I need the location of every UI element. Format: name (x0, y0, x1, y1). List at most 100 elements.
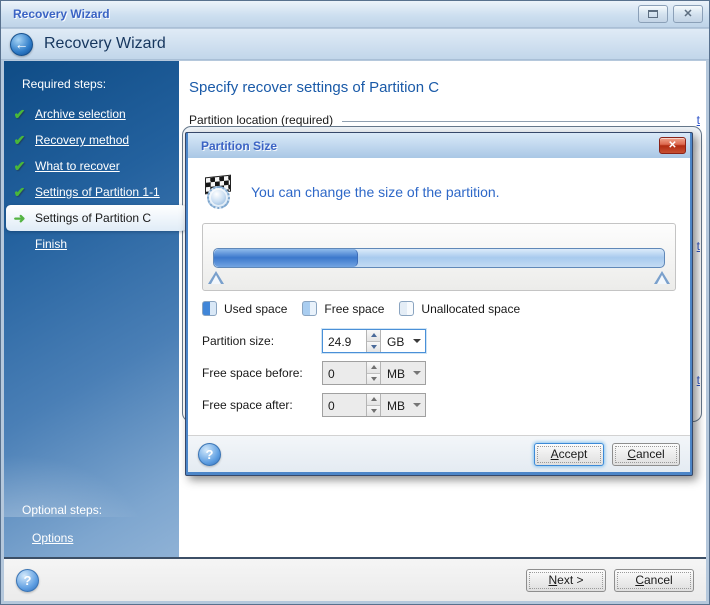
spin-up-icon (371, 333, 377, 337)
spin-down-icon (371, 409, 377, 413)
sidebar-item-label[interactable]: Finish (35, 237, 67, 251)
free-space-after-label: Free space after: (202, 398, 322, 412)
required-steps-label: Required steps: (4, 75, 179, 101)
window-titlebar: Recovery Wizard ✕ (1, 1, 709, 28)
legend-label: Used space (224, 302, 287, 316)
used-space-swatch (202, 301, 217, 316)
resize-handle-right[interactable] (654, 271, 670, 284)
clipped-link-fragment[interactable]: t (697, 373, 700, 387)
spin-down-icon (371, 345, 377, 349)
partition-size-field[interactable]: 24.9 GB (322, 329, 426, 353)
legend-label: Free space (324, 302, 384, 316)
sidebar-item-options[interactable]: Options (4, 531, 179, 545)
check-icon: ✔ (12, 133, 27, 147)
spin-up-icon (371, 397, 377, 401)
free-space-before-unit: MB (381, 362, 409, 384)
partition-size-track[interactable] (213, 248, 665, 268)
check-icon: ✔ (12, 185, 27, 199)
dialog-titlebar: Partition Size ✕ (188, 133, 690, 158)
free-space-before-stepper (366, 362, 381, 384)
free-space-before-label: Free space before: (202, 366, 322, 380)
content-heading: Specify recover settings of Partition C (189, 79, 696, 96)
free-space-before-field[interactable]: 0 MB (322, 361, 426, 385)
spin-down-button[interactable] (367, 373, 380, 385)
sidebar-item-settings-partition-c[interactable]: ➜ Settings of Partition C (6, 205, 193, 231)
optional-steps-section: Optional steps: Options (4, 503, 179, 545)
sidebar-item-label[interactable]: Recovery method (35, 133, 129, 147)
sidebar-item-label[interactable]: Settings of Partition 1-1 (35, 185, 160, 199)
chevron-down-icon (413, 371, 421, 375)
clipped-link-fragment[interactable]: t (697, 239, 700, 253)
options-link-label[interactable]: Options (32, 531, 73, 545)
sidebar-item-settings-partition-1-1[interactable]: ✔ Settings of Partition 1-1 (4, 179, 179, 205)
sidebar-item-label[interactable]: What to recover (35, 159, 120, 173)
help-icon: ? (206, 447, 214, 462)
unallocated-space-swatch (399, 301, 414, 316)
clipped-link-fragment[interactable]: t (697, 113, 700, 127)
sidebar-item-what-to-recover[interactable]: ✔ What to recover (4, 153, 179, 179)
free-space-after-unit: MB (381, 394, 409, 416)
window-title: Recovery Wizard (13, 7, 633, 21)
size-form: Partition size: 24.9 GB Free space befor… (202, 329, 676, 417)
help-button[interactable]: ? (16, 569, 39, 592)
finish-flag-icon (202, 173, 238, 211)
back-button[interactable]: ← (10, 33, 33, 56)
spin-up-button[interactable] (367, 394, 380, 405)
spin-up-icon (371, 365, 377, 369)
wizard-header: ← Recovery Wizard (1, 29, 709, 60)
dialog-help-button[interactable]: ? (198, 443, 221, 466)
free-space-swatch (302, 301, 317, 316)
spin-down-button[interactable] (367, 405, 380, 417)
used-space-segment (214, 249, 358, 267)
unit-dropdown-button[interactable] (409, 330, 425, 352)
wizard-footer: ? Next > Cancel (4, 557, 706, 601)
legend-item-free: Free space (302, 301, 384, 316)
legend-item-used: Used space (202, 301, 287, 316)
check-icon: ✔ (12, 159, 27, 173)
dialog-footer: ? Accept Cancel (188, 435, 690, 472)
spin-up-button[interactable] (367, 362, 380, 373)
recovery-wizard-window: Recovery Wizard ✕ ← Recovery Wizard Requ… (0, 0, 710, 605)
steps-sidebar: Required steps: ✔ Archive selection ✔ Re… (4, 61, 179, 557)
free-space-after-stepper (366, 394, 381, 416)
dialog-close-button[interactable]: ✕ (659, 137, 686, 154)
unit-dropdown-button[interactable] (409, 362, 425, 384)
sidebar-item-archive-selection[interactable]: ✔ Archive selection (4, 101, 179, 127)
resize-handle-left[interactable] (208, 271, 224, 284)
dialog-cancel-button[interactable]: Cancel (612, 443, 680, 466)
partition-size-value[interactable]: 24.9 (323, 330, 366, 352)
window-close-button[interactable]: ✕ (673, 5, 703, 23)
restore-icon (648, 10, 658, 18)
spin-down-icon (371, 377, 377, 381)
legend-label: Unallocated space (421, 302, 520, 316)
spin-down-button[interactable] (367, 341, 380, 353)
restore-button[interactable] (638, 5, 668, 23)
free-space-before-value[interactable]: 0 (323, 362, 366, 384)
free-space-after-field[interactable]: 0 MB (322, 393, 426, 417)
free-space-after-value[interactable]: 0 (323, 394, 366, 416)
legend-item-unallocated: Unallocated space (399, 301, 520, 316)
cancel-button[interactable]: Cancel (614, 569, 694, 592)
section-divider (342, 121, 680, 122)
close-icon: ✕ (683, 9, 692, 20)
page-title: Recovery Wizard (44, 35, 166, 53)
unit-dropdown-button[interactable] (409, 394, 425, 416)
dialog-message: You can change the size of the partition… (251, 184, 500, 200)
dialog-body: You can change the size of the partition… (188, 158, 690, 435)
back-arrow-icon: ← (15, 37, 29, 51)
sidebar-item-recovery-method[interactable]: ✔ Recovery method (4, 127, 179, 153)
spin-up-button[interactable] (367, 330, 380, 341)
partition-size-unit: GB (381, 330, 409, 352)
sidebar-item-finish[interactable]: Finish (4, 231, 179, 257)
chevron-down-icon (413, 403, 421, 407)
sidebar-item-label: Settings of Partition C (35, 211, 151, 225)
sidebar-item-label[interactable]: Archive selection (35, 107, 126, 121)
optional-steps-label: Optional steps: (4, 503, 179, 531)
partition-size-slider-panel (202, 223, 676, 291)
help-icon: ? (24, 573, 32, 588)
space-legend: Used space Free space Unallocated space (202, 301, 676, 316)
next-button[interactable]: Next > (526, 569, 606, 592)
accept-button[interactable]: Accept (534, 443, 604, 466)
check-icon: ✔ (12, 107, 27, 121)
chevron-down-icon (413, 339, 421, 343)
